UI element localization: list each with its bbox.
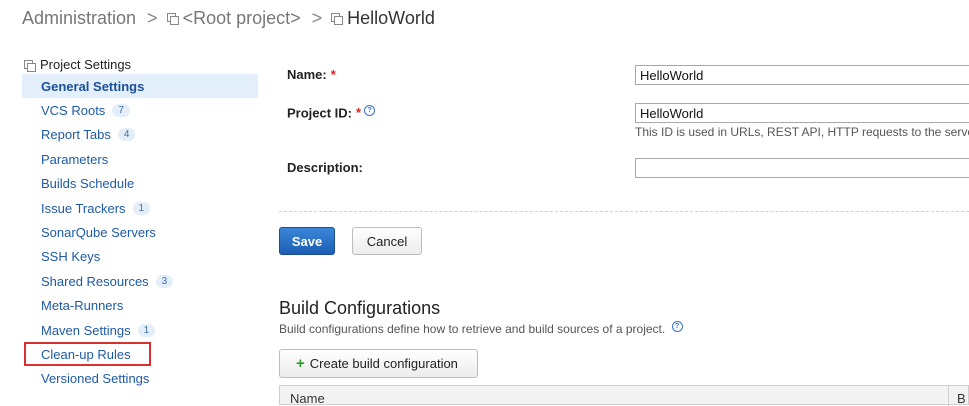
form-divider [279,211,969,212]
sidebar-item-general-settings[interactable]: General Settings [22,74,258,99]
build-configurations-table-header: Name B [279,385,969,406]
help-icon[interactable]: ? [364,105,376,116]
count-badge: 1 [132,201,151,215]
breadcrumb-root-project[interactable]: <Root project> [183,8,301,29]
description-label: Description: [287,160,363,175]
breadcrumb-administration[interactable]: Administration [22,8,136,29]
project-icon [331,13,344,25]
required-mark: * [330,67,336,82]
project-settings-icon [24,59,36,72]
sidebar-item-sonarqube-servers[interactable]: SonarQube Servers [22,220,258,244]
sidebar-menu: General Settings VCS Roots 7 Report Tabs 4… [22,74,258,391]
sidebar-item-label: VCS Roots [41,103,106,119]
sidebar-section-label: Project Settings [40,57,132,72]
sidebar-item-label: Shared Resources [41,273,149,289]
create-build-configuration-button[interactable]: + Create build configuration [279,349,478,378]
create-build-configuration-label: Create build configuration [309,356,458,371]
cancel-button[interactable]: Cancel [352,227,422,255]
sidebar-item-label: Builds Schedule [41,176,135,192]
description-input[interactable] [635,158,969,178]
count-badge: 4 [117,128,136,142]
sidebar-item-label: Report Tabs [41,127,111,143]
breadcrumb-separator: > [147,8,158,28]
sidebar-item-report-tabs[interactable]: Report Tabs 4 [22,123,258,147]
sidebar-item-versioned-settings[interactable]: Versioned Settings [22,367,258,391]
build-configurations-description: Build configurations define how to retri… [279,321,683,336]
sidebar-item-parameters[interactable]: Parameters [22,147,258,171]
build-configurations-description-text: Build configurations define how to retri… [279,322,666,336]
sidebar-item-vcs-roots[interactable]: VCS Roots 7 [22,98,258,122]
project-icon [166,13,179,25]
count-badge: 3 [155,274,174,288]
name-label-text: Name: [287,67,327,82]
sidebar-item-label: General Settings [41,78,145,94]
sidebar-item-label: Meta-Runners [41,298,124,314]
sidebar-item-issue-trackers[interactable]: Issue Trackers 1 [22,196,258,220]
sidebar-item-builds-schedule[interactable]: Builds Schedule [22,172,258,196]
project-id-label-text: Project ID: [287,105,353,121]
breadcrumb-current: HelloWorld [347,8,435,28]
sidebar-item-meta-runners[interactable]: Meta-Runners [22,294,258,318]
sidebar-item-ssh-keys[interactable]: SSH Keys [22,245,258,269]
count-badge: 7 [112,104,130,118]
sidebar-item-maven-settings[interactable]: Maven Settings 1 [22,318,258,342]
column-header-b[interactable]: B [948,386,966,406]
name-label: Name: * [287,67,336,82]
sidebar-item-label: Issue Trackers [41,200,126,216]
breadcrumb: Administration > <Root project> > HelloW… [22,8,435,29]
sidebar-item-clean-up-rules[interactable]: Clean-up Rules [22,342,258,367]
count-badge: 1 [137,323,156,337]
sidebar-item-label: Parameters [41,151,109,167]
project-id-label: Project ID: *? [287,105,376,121]
build-configurations-title: Build Configurations [279,298,441,318]
required-mark: * [356,105,362,121]
sidebar-item-label: Clean-up Rules [41,346,131,362]
save-button[interactable]: Save [279,227,335,255]
sidebar-item-label: SonarQube Servers [41,225,156,241]
help-icon[interactable]: ? [671,321,683,332]
sidebar: Project Settings General Settings VCS Ro… [22,56,258,391]
sidebar-item-label: Maven Settings [41,322,131,338]
sidebar-item-shared-resources[interactable]: Shared Resources 3 [22,269,258,293]
sidebar-item-label: Versioned Settings [41,371,150,387]
project-id-input[interactable] [635,103,969,123]
plus-icon: + [296,355,305,372]
column-header-name[interactable]: Name [290,391,325,406]
sidebar-section-title: Project Settings [24,56,258,74]
project-id-note: This ID is used in URLs, REST API, HTTP … [635,125,969,139]
sidebar-item-label: SSH Keys [41,249,101,265]
name-input[interactable] [635,65,969,85]
breadcrumb-separator: > [311,8,323,28]
